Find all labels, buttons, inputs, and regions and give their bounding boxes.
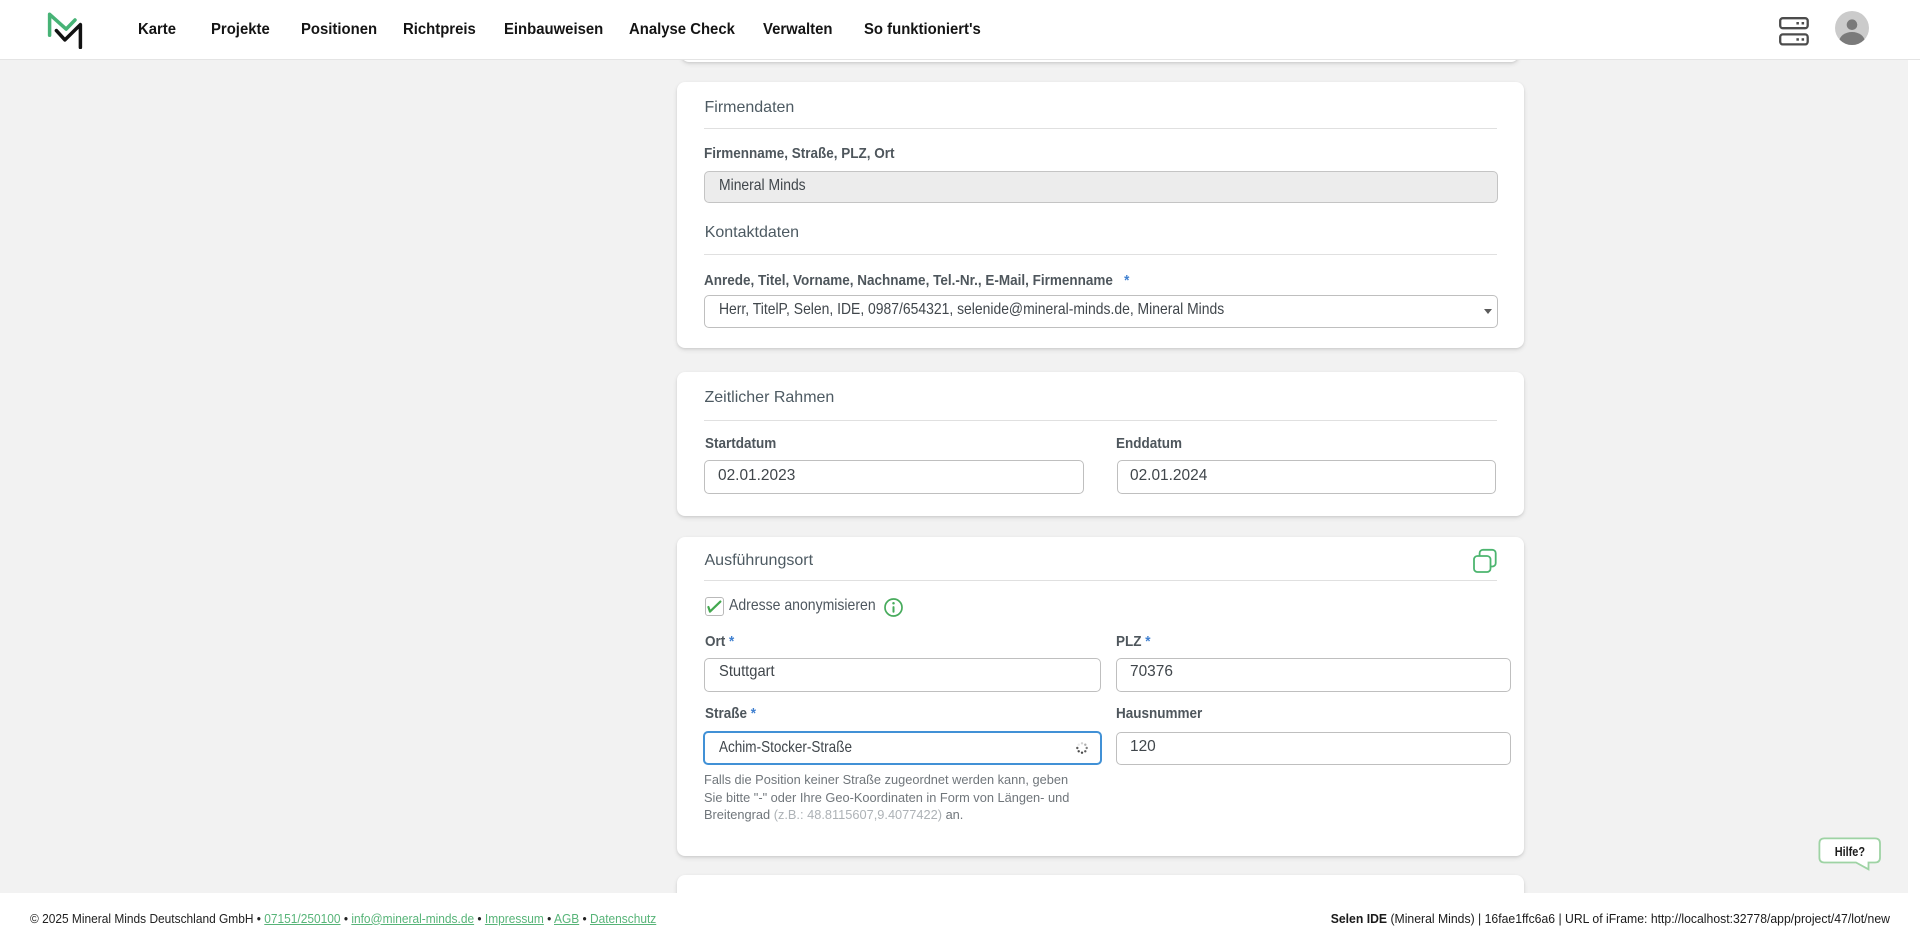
svg-text:Hilfe?: Hilfe? bbox=[1835, 844, 1865, 859]
